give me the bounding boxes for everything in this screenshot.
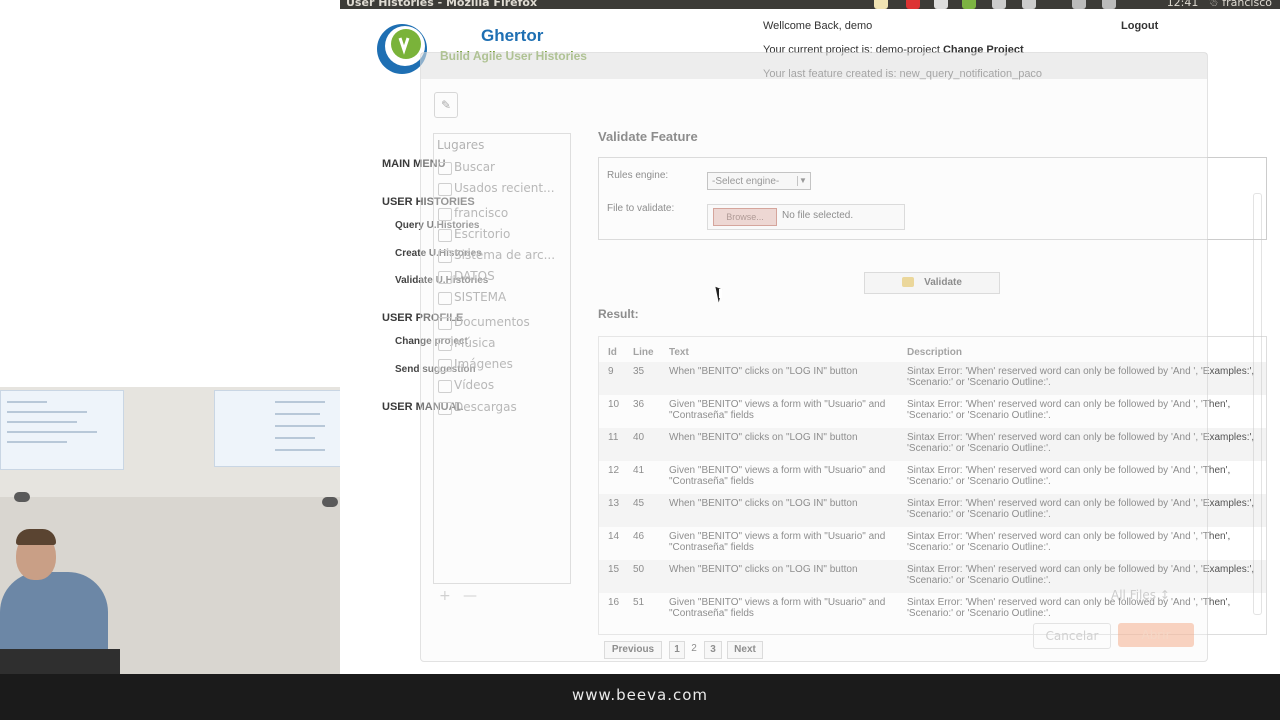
recent-icon [438, 183, 452, 196]
music-icon [438, 338, 452, 351]
place-search[interactable]: Buscar [454, 160, 495, 174]
camera-icon [14, 492, 30, 502]
open-button[interactable]: Abrir [1118, 623, 1194, 647]
dialog-scrollbar[interactable] [1253, 193, 1262, 615]
cancel-button[interactable]: Cancelar [1033, 623, 1111, 649]
username: francisco [1222, 0, 1272, 9]
camera-icon [322, 497, 338, 507]
presenter-hair [16, 529, 56, 545]
place-downloads[interactable]: Descargas [454, 400, 517, 414]
places-header: Lugares [437, 138, 485, 152]
welcome-text: Wellcome Back, demo [763, 20, 873, 32]
app-name: Ghertor [481, 26, 544, 45]
os-top-bar: User Histories - Mozilla Firefox 12:41 ☃… [340, 0, 1280, 9]
presenter-laptop [0, 649, 120, 674]
search-icon [438, 162, 452, 175]
mouse-cursor-fill [719, 289, 722, 298]
place-home[interactable]: francisco [454, 206, 508, 220]
volume-icon [1102, 0, 1116, 9]
user-icon: ☃ [1208, 0, 1219, 9]
clock: 12:41 [1166, 0, 1199, 9]
footer-bar: www.beeva.com [0, 674, 1280, 720]
places-sidebar: Lugares Buscar Usados recient... francis… [433, 133, 571, 584]
projected-slide-right [214, 390, 340, 467]
projected-slide-left [0, 390, 124, 470]
battery-icon [1022, 0, 1036, 9]
drive-icon [438, 271, 452, 284]
downloads-icon [438, 402, 452, 415]
record-icon [906, 0, 920, 9]
add-place-icon[interactable]: + [439, 588, 451, 604]
place-videos[interactable]: Vídeos [454, 378, 494, 392]
place-recent[interactable]: Usados recient... [454, 181, 555, 195]
edit-path-icon[interactable]: ✎ [434, 92, 458, 118]
place-filesystem[interactable]: Sistema de arc... [454, 248, 555, 262]
videos-icon [438, 380, 452, 393]
dropbox-icon [934, 0, 948, 9]
pictures-icon [438, 359, 452, 372]
indicator-icon [874, 0, 888, 9]
screen-capture: User Histories - Mozilla Firefox 12:41 ☃… [340, 0, 1280, 674]
window-title: User Histories - Mozilla Firefox [346, 0, 538, 9]
wifi-icon [1072, 0, 1086, 9]
filesystem-icon [438, 250, 452, 263]
footer-url: www.beeva.com [571, 686, 709, 704]
video-panel [0, 0, 340, 674]
file-chooser-dialog[interactable]: ✎ Lugares Buscar Usados recient... franc… [420, 52, 1262, 662]
home-folder-icon [438, 208, 452, 221]
desktop-icon [438, 229, 452, 242]
top-bar-right: 12:41 ☃ francisco [1167, 0, 1272, 9]
file-filter-value: All Files [1111, 588, 1157, 602]
file-filter-select[interactable]: All Files ↕ [1111, 588, 1191, 606]
documents-icon [438, 317, 452, 330]
chrome-icon [962, 0, 976, 9]
chevron-updown-icon: ↕ [1159, 588, 1170, 602]
place-music[interactable]: Música [454, 336, 496, 350]
place-pictures[interactable]: Imágenes [454, 357, 513, 371]
remove-place-icon[interactable]: — [463, 588, 477, 604]
logout-link[interactable]: Logout [1121, 20, 1158, 32]
presenter-video [0, 387, 340, 674]
place-desktop[interactable]: Escritorio [454, 227, 510, 241]
place-sistema[interactable]: SISTEMA [454, 290, 506, 304]
place-datos[interactable]: DATOS [454, 269, 495, 283]
mail-icon [992, 0, 1006, 9]
dialog-titlebar [421, 53, 1207, 79]
place-documents[interactable]: Documentos [454, 315, 530, 329]
drive-icon [438, 292, 452, 305]
